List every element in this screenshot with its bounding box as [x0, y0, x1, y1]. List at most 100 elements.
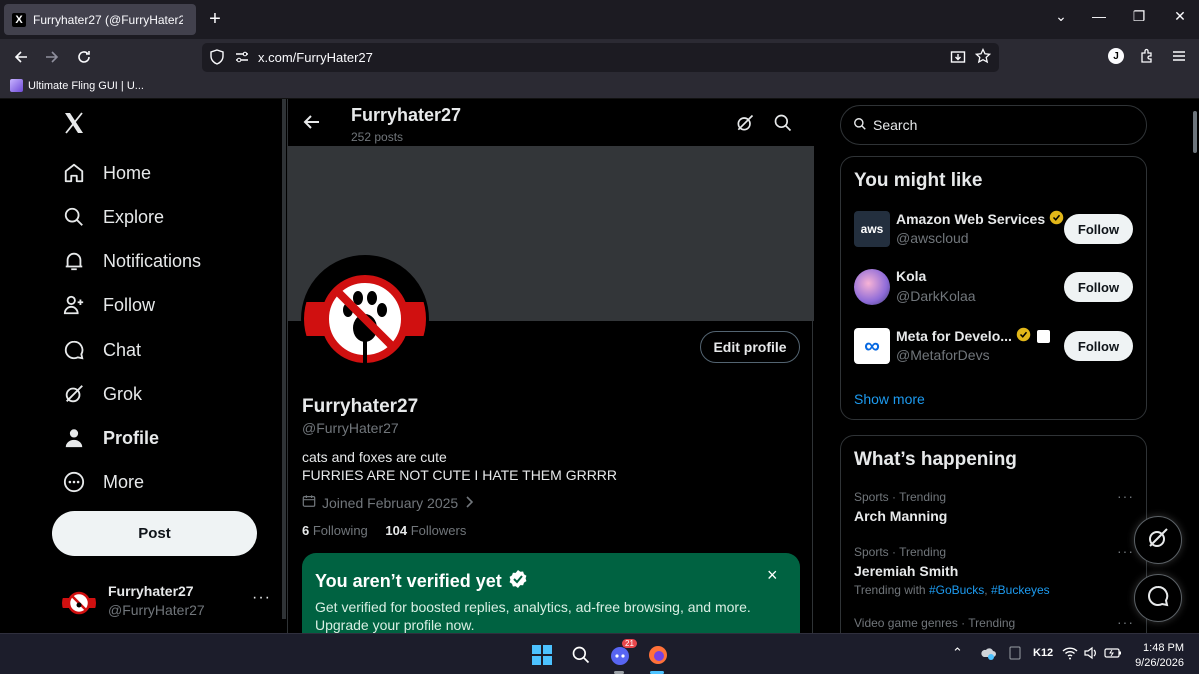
follow-stats: 6 Following 104 Followers: [302, 523, 466, 538]
site-permissions-icon[interactable]: [234, 49, 250, 70]
profile-avatar[interactable]: [301, 255, 429, 383]
tray-label[interactable]: K12: [1033, 647, 1053, 659]
back-arrow-icon[interactable]: [9, 45, 33, 69]
volume-icon[interactable]: [1083, 646, 1099, 663]
card-title: What’s happening: [854, 449, 1017, 470]
suggestion-item[interactable]: ∞ Meta for Develo... @MetaforDevs Follow: [854, 326, 1136, 368]
reload-icon[interactable]: [72, 45, 96, 69]
affiliate-badge-icon: [1036, 329, 1050, 343]
bookmark-item[interactable]: Ultimate Fling GUI | U...: [10, 79, 144, 92]
verification-description: Get verified for boosted replies, analyt…: [315, 599, 751, 633]
trend-item[interactable]: Sports · Trending Arch Manning ···: [854, 488, 1136, 524]
nav-item-more[interactable]: More: [62, 470, 144, 494]
trend-more-icon[interactable]: ···: [1117, 614, 1134, 630]
avatar: [854, 269, 890, 305]
follow-button[interactable]: Follow: [1064, 331, 1133, 361]
notification-badge: 21: [622, 639, 637, 648]
nav-item-explore[interactable]: Explore: [62, 205, 164, 229]
left-scrollbar[interactable]: [282, 99, 286, 619]
nav-item-follow[interactable]: Follow: [62, 293, 155, 317]
tray-chevron-up-icon[interactable]: ⌃: [952, 645, 963, 661]
suggestion-item[interactable]: aws Amazon Web Services @awscloud Follow: [854, 209, 1136, 251]
suggestion-handle: @MetaforDevs: [896, 347, 990, 363]
nav-item-home[interactable]: Home: [62, 161, 151, 185]
shield-icon[interactable]: [209, 49, 225, 70]
firefox-icon[interactable]: [646, 643, 670, 667]
suggestion-name: Amazon Web Services: [896, 210, 1064, 228]
header-name: Furryhater27: [351, 105, 462, 125]
clock-date: 9/26/2026: [1135, 657, 1184, 669]
profile-bio-line: FURRIES ARE NOT CUTE I HATE THEM GRRRR: [302, 467, 618, 483]
followers-link[interactable]: 104 Followers: [385, 523, 466, 538]
minimize-icon[interactable]: —: [1087, 8, 1111, 24]
account-avatar-icon[interactable]: J: [1108, 48, 1124, 64]
trend-context: Video game genres · Trending: [854, 616, 1016, 630]
discord-icon[interactable]: 21: [608, 639, 637, 667]
hamburger-menu-icon[interactable]: [1171, 48, 1187, 69]
windows-start-icon[interactable]: [530, 643, 554, 667]
trend-more-icon[interactable]: ···: [1117, 488, 1134, 504]
avatar: [62, 586, 96, 620]
nav-item-notifications[interactable]: Notifications: [62, 249, 201, 273]
search-icon: [62, 205, 86, 229]
verified-badge-icon: [508, 569, 528, 594]
new-tab-button[interactable]: +: [205, 9, 225, 29]
close-icon[interactable]: ×: [767, 565, 778, 586]
taskbar: 21 ⌃ K12 1:48 PM 9/26/2026: [0, 633, 1199, 674]
trend-with: Trending with #GoBucks, #Buckeyes: [854, 583, 1050, 597]
system-clock[interactable]: 1:48 PM 9/26/2026: [1130, 641, 1184, 671]
more-circle-icon: [62, 470, 86, 494]
nav-item-chat[interactable]: Chat: [62, 338, 141, 362]
reader-view-icon[interactable]: [950, 49, 966, 70]
post-button[interactable]: Post: [52, 511, 257, 556]
show-more-link[interactable]: Show more: [854, 391, 925, 407]
search-icon[interactable]: [569, 643, 593, 667]
trend-item[interactable]: Video game genres · Trending ···: [854, 614, 1136, 630]
trend-more-icon[interactable]: ···: [1117, 543, 1134, 559]
hashtag-link[interactable]: #Buckeyes: [991, 583, 1050, 597]
account-more-icon[interactable]: ···: [252, 589, 271, 607]
nav-item-profile[interactable]: Profile: [62, 426, 159, 450]
app-tray-icon[interactable]: [1009, 646, 1021, 663]
browser-tab[interactable]: X Furryhater27 (@FurryHater27) /: [4, 4, 196, 35]
suggestion-item[interactable]: Kola @DarkKolaa Follow: [854, 267, 1136, 309]
chat-icon: [62, 338, 86, 362]
close-window-icon[interactable]: ✕: [1168, 8, 1192, 25]
profile-bio-line: cats and foxes are cute: [302, 449, 447, 465]
grok-icon[interactable]: [735, 113, 755, 138]
follow-button[interactable]: Follow: [1064, 272, 1133, 302]
wifi-icon[interactable]: [1062, 646, 1078, 663]
search-icon[interactable]: [773, 113, 793, 138]
bell-icon: [62, 249, 86, 273]
back-arrow-icon[interactable]: [302, 112, 322, 137]
search-icon: [853, 117, 867, 134]
url-text[interactable]: x.com/FurryHater27: [258, 50, 373, 65]
edit-profile-button[interactable]: Edit profile: [700, 331, 800, 363]
page-scrollbar[interactable]: [1193, 111, 1197, 153]
bookmark-star-icon[interactable]: [974, 47, 992, 69]
x-logo-icon[interactable]: [62, 111, 86, 140]
hashtag-link[interactable]: #GoBucks: [929, 583, 984, 597]
follow-button[interactable]: Follow: [1064, 214, 1133, 244]
trend-item[interactable]: Sports · Trending Jeremiah Smith Trendin…: [854, 543, 1136, 597]
trend-name: Arch Manning: [854, 508, 948, 524]
search-input[interactable]: Search: [840, 105, 1147, 145]
chat-fab[interactable]: [1134, 574, 1182, 622]
onedrive-icon[interactable]: [980, 646, 996, 663]
chevron-right-icon[interactable]: [464, 495, 474, 511]
tab-list-chevron-icon[interactable]: ⌄: [1049, 8, 1073, 25]
following-link[interactable]: 6 Following: [302, 523, 368, 538]
card-title: You might like: [854, 170, 983, 191]
trend-name: Jeremiah Smith: [854, 563, 959, 579]
account-switcher[interactable]: Furryhater27 @FurryHater27 ···: [62, 581, 272, 621]
browser-tab-bar: X Furryhater27 (@FurryHater27) / + ⌄ — ❐…: [0, 0, 1199, 39]
restore-icon[interactable]: ❐: [1127, 8, 1151, 25]
grok-fab[interactable]: [1134, 516, 1182, 564]
nav-item-grok[interactable]: Grok: [62, 382, 142, 406]
forward-arrow-icon[interactable]: [40, 45, 64, 69]
extensions-icon[interactable]: [1139, 48, 1155, 69]
nav-label: Follow: [103, 294, 156, 315]
grok-icon: [62, 382, 86, 406]
verification-title: You aren’t verified yet: [315, 569, 528, 594]
battery-icon[interactable]: [1104, 646, 1122, 663]
